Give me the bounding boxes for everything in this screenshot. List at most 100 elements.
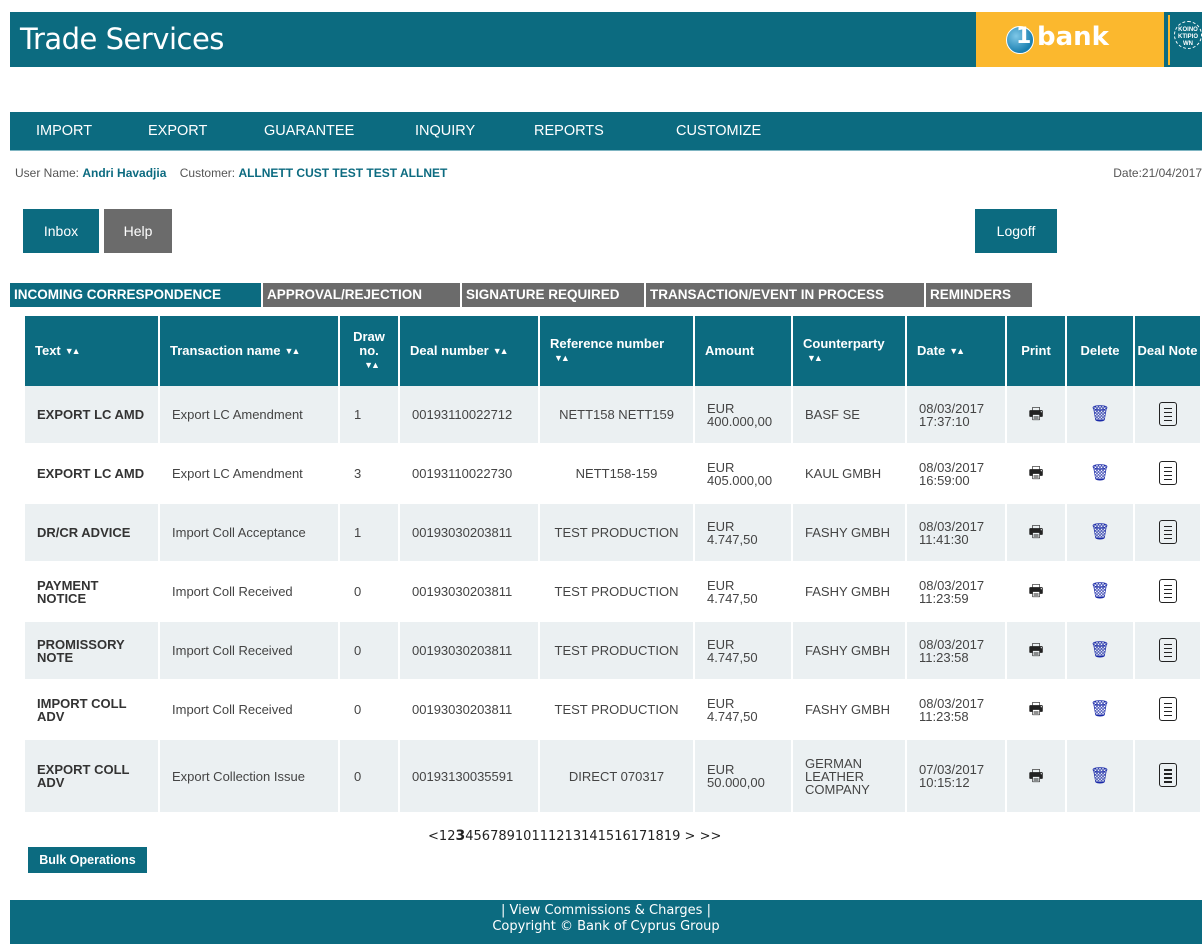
table-row[interactable]: DR/CR ADVICE Import Coll Acceptance 1 00193… [25, 504, 1202, 563]
cell-delete: 🗑 [1067, 386, 1135, 445]
document-icon[interactable] [1158, 460, 1177, 485]
pager-page[interactable]: 9 [507, 829, 515, 844]
pager-page[interactable]: 14 [581, 829, 598, 844]
nav-reports[interactable]: REPORTS [534, 123, 604, 139]
col-draw-no[interactable]: Draw no. ▼▲ [340, 316, 400, 386]
nav-inquiry[interactable]: INQUIRY [415, 123, 475, 139]
pager-page[interactable]: 12 [548, 829, 565, 844]
tab-reminders[interactable]: REMINDERS [926, 283, 1032, 307]
document-icon[interactable] [1158, 763, 1177, 787]
pager-last[interactable]: >> [700, 829, 722, 844]
cell-text: PROMISSORY NOTE [25, 622, 160, 681]
pager-page[interactable]: 1 [439, 829, 447, 844]
pager-page[interactable]: 11 [531, 829, 548, 844]
cell-text: EXPORT LC AMD [25, 386, 160, 445]
trash-icon[interactable]: 🗑 [1090, 702, 1110, 718]
document-icon[interactable] [1158, 578, 1177, 603]
table-row[interactable]: EXPORT LC AMD Export LC Amendment 3 0019311… [25, 445, 1202, 504]
pager-page[interactable]: 3 [455, 828, 465, 844]
document-icon[interactable] [1158, 637, 1177, 662]
cell-reference-number: NETT158 NETT159 [540, 386, 695, 445]
trash-icon[interactable]: 🗑 [1090, 584, 1110, 600]
col-text[interactable]: Text ▼▲ [25, 316, 160, 386]
app-header: Trade Services 1 bank KOINO KTIPIO WN [10, 12, 1202, 67]
cell-text: DR/CR ADVICE [25, 504, 160, 563]
document-icon[interactable] [1158, 519, 1177, 544]
cell-deal-note [1135, 504, 1202, 563]
sort-icon[interactable]: ▼▲ [807, 351, 823, 365]
cell-transaction-name: Export LC Amendment [160, 386, 340, 445]
tab-approval-rejection[interactable]: APPROVAL/REJECTION [263, 283, 460, 307]
printer-icon[interactable]: 🖶 [1028, 702, 1043, 718]
col-date[interactable]: Date ▼▲ [907, 316, 1007, 386]
printer-icon[interactable]: 🖶 [1028, 643, 1043, 659]
pager-page[interactable]: 13 [565, 829, 582, 844]
view-commissions-link[interactable]: | View Commissions & Charges | [501, 903, 711, 918]
help-button[interactable]: Help [104, 209, 172, 253]
pager-page[interactable]: 5 [474, 829, 482, 844]
tab-incoming-correspondence[interactable]: INCOMING CORRESPONDENCE [10, 283, 261, 307]
sort-icon[interactable]: ▼▲ [493, 344, 509, 358]
table-row[interactable]: EXPORT LC AMD Export LC Amendment 1 0019311… [25, 386, 1202, 445]
pager-page[interactable]: 17 [631, 829, 648, 844]
pager-page[interactable]: 8 [498, 829, 506, 844]
sort-icon[interactable]: ▼▲ [554, 351, 570, 365]
table-row[interactable]: IMPORT COLL ADV Import Coll Received 0 0019… [25, 681, 1202, 740]
pager-page[interactable]: 16 [614, 829, 631, 844]
cell-draw-no: 0 [340, 681, 400, 740]
printer-icon[interactable]: 🖶 [1028, 768, 1043, 784]
cell-draw-no: 3 [340, 445, 400, 504]
logoff-button[interactable]: Logoff [975, 209, 1057, 253]
col-counterparty[interactable]: Counterparty ▼▲ [793, 316, 907, 386]
table-row[interactable]: PROMISSORY NOTE Import Coll Received 0 0019… [25, 622, 1202, 681]
cell-reference-number: DIRECT 070317 [540, 740, 695, 814]
col-deal-number[interactable]: Deal number ▼▲ [400, 316, 540, 386]
trash-icon[interactable]: 🗑 [1090, 466, 1110, 482]
printer-icon[interactable]: 🖶 [1028, 584, 1043, 600]
inbox-button[interactable]: Inbox [23, 209, 99, 253]
trash-icon[interactable]: 🗑 [1090, 768, 1110, 784]
tab-transaction-in-process[interactable]: TRANSACTION/EVENT IN PROCESS [646, 283, 924, 307]
pager-page[interactable]: 15 [598, 829, 615, 844]
cell-draw-no: 0 [340, 740, 400, 814]
sort-icon[interactable]: ▼▲ [949, 344, 965, 358]
cell-amount: EUR 4.747,50 [695, 504, 793, 563]
cell-deal-number: 00193130035591 [400, 740, 540, 814]
cell-text: EXPORT LC AMD [25, 445, 160, 504]
pager-page[interactable]: 18 [647, 829, 664, 844]
pager-page[interactable]: 4 [465, 829, 473, 844]
bulk-operations-button[interactable]: Bulk Operations [28, 847, 147, 873]
brand-numeral: 1 [1016, 24, 1032, 49]
printer-icon[interactable]: 🖶 [1028, 525, 1043, 541]
col-reference-number[interactable]: Reference number ▼▲ [540, 316, 695, 386]
pager-next[interactable]: > [685, 829, 696, 844]
cell-date: 08/03/2017 11:23:59 [907, 563, 1007, 622]
document-icon[interactable] [1158, 401, 1177, 426]
col-transaction-name[interactable]: Transaction name ▼▲ [160, 316, 340, 386]
sort-icon[interactable]: ▼▲ [65, 344, 81, 358]
correspondence-table: Text ▼▲ Transaction name ▼▲ Draw no. ▼▲ Dea… [25, 316, 1202, 814]
nav-import[interactable]: IMPORT [36, 123, 92, 139]
nav-export[interactable]: EXPORT [148, 123, 207, 139]
cell-transaction-name: Export LC Amendment [160, 445, 340, 504]
printer-icon[interactable]: 🖶 [1028, 466, 1043, 482]
nav-customize[interactable]: CUSTOMIZE [676, 123, 761, 139]
pager-page[interactable]: 6 [482, 829, 490, 844]
table-row[interactable]: EXPORT COLL ADV Export Collection Issue 0 0… [25, 740, 1202, 814]
pager-page[interactable]: 10 [515, 829, 532, 844]
pager-page[interactable]: 19 [664, 829, 681, 844]
table-row[interactable]: PAYMENT NOTICE Import Coll Received 0 00193… [25, 563, 1202, 622]
sort-icon[interactable]: ▼▲ [285, 344, 301, 358]
trash-icon[interactable]: 🗑 [1090, 407, 1110, 423]
cell-print: 🖶 [1007, 563, 1067, 622]
cell-amount: EUR 4.747,50 [695, 563, 793, 622]
printer-icon[interactable]: 🖶 [1028, 407, 1043, 423]
trash-icon[interactable]: 🗑 [1090, 643, 1110, 659]
pager-prev[interactable]: < [428, 829, 439, 844]
sort-icon[interactable]: ▼▲ [364, 358, 380, 372]
document-icon[interactable] [1158, 696, 1177, 721]
col-delete: Delete [1067, 316, 1135, 386]
nav-guarantee[interactable]: GUARANTEE [264, 123, 354, 139]
trash-icon[interactable]: 🗑 [1090, 525, 1110, 541]
tab-signature-required[interactable]: SIGNATURE REQUIRED [462, 283, 644, 307]
